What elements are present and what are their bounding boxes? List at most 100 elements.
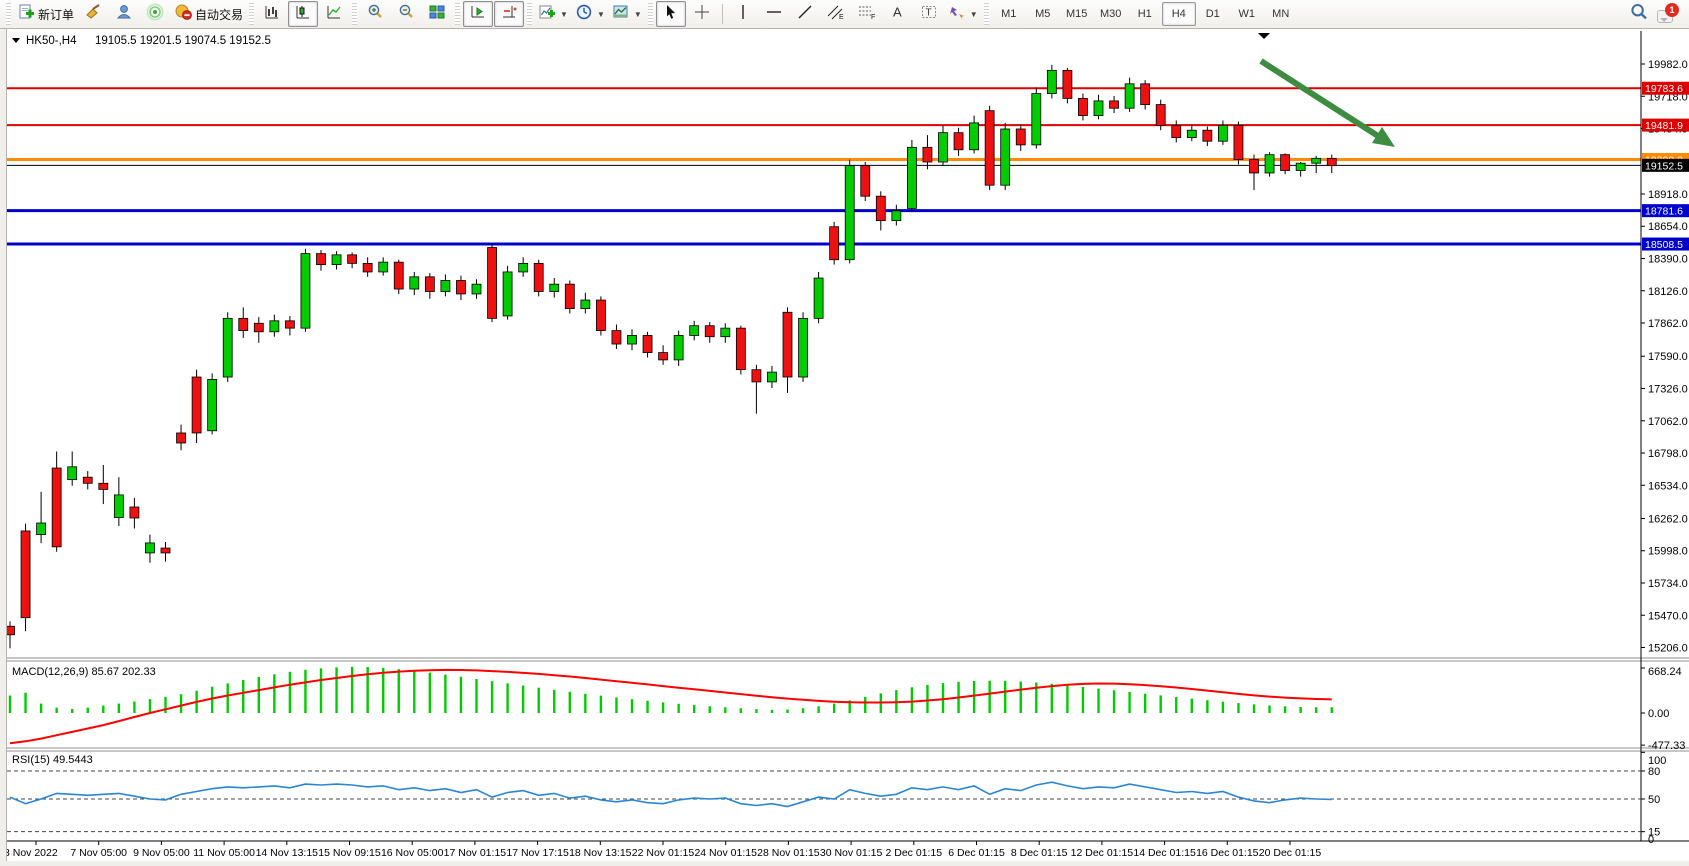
time-tick-label: 7 Nov 05:00	[70, 847, 127, 859]
toolbar-grip[interactable]	[647, 3, 653, 25]
templates-button[interactable]: ▼	[609, 1, 645, 27]
tile-windows-icon	[428, 3, 446, 26]
time-tick-label: 6 Dec 01:15	[948, 847, 1005, 859]
line-chart-button[interactable]	[319, 1, 349, 27]
timeframe-button-m30[interactable]: M30	[1094, 2, 1128, 26]
candle-body	[393, 261, 404, 290]
text-label-tool-button[interactable]: T	[914, 1, 944, 27]
toolbar-grip[interactable]	[352, 3, 358, 25]
toolbar-grip[interactable]	[527, 3, 533, 25]
price-tick-label: 18126.0	[1648, 286, 1688, 298]
timeframe-button-m15[interactable]: M15	[1060, 2, 1094, 26]
timeframe-button-h4[interactable]: H4	[1161, 2, 1196, 26]
candle-body	[1264, 154, 1275, 174]
zoom-out-button[interactable]	[391, 1, 421, 27]
clock-icon	[575, 3, 593, 26]
auto-scroll-icon	[469, 3, 487, 26]
zoom-in-button[interactable]	[360, 1, 390, 27]
toolbar-grip[interactable]	[455, 3, 461, 25]
fibonacci-tool-button[interactable]: F	[852, 1, 882, 27]
bar-chart-button[interactable]	[257, 1, 287, 27]
candlestick-chart-button[interactable]	[288, 1, 319, 27]
auto-trading-button[interactable]: 自动交易	[171, 1, 246, 27]
candle-body	[331, 254, 342, 266]
candle-body	[1155, 104, 1166, 126]
candle-body	[1015, 128, 1026, 146]
candle-body	[284, 320, 295, 329]
candle-body	[907, 146, 917, 209]
price-tick-label: 18654.0	[1648, 221, 1688, 233]
horizontal-line-icon	[765, 3, 783, 26]
candle-body	[1093, 100, 1104, 116]
svg-text:A: A	[893, 4, 902, 19]
auto-trading-icon	[174, 3, 192, 26]
crosshair-tool-button[interactable]	[687, 1, 717, 27]
arrows-tool-button[interactable]: ▼	[945, 1, 981, 27]
time-tick-label: 24 Nov 01:15	[694, 847, 757, 859]
chart-background	[0, 29, 1689, 866]
timeframe-button-d1[interactable]: D1	[1196, 2, 1230, 26]
timeframe-button-h1[interactable]: H1	[1128, 2, 1162, 26]
price-tick-label: 17590.0	[1648, 351, 1688, 363]
toolbar-grip[interactable]	[249, 3, 255, 25]
macd-tick-label: 668.24	[1648, 666, 1682, 678]
person-icon	[115, 3, 133, 26]
price-tag-label: 19481.9	[1645, 120, 1683, 132]
candle-body	[1109, 100, 1119, 109]
crosshair-icon	[693, 3, 711, 26]
price-tick-label: 19982.0	[1648, 59, 1688, 71]
fibonacci-icon: F	[857, 3, 877, 26]
candle-body	[1202, 129, 1213, 142]
timeframe-button-m1[interactable]: M1	[992, 2, 1026, 26]
time-tick-label: 28 Nov 01:15	[757, 847, 820, 859]
chart-canvas[interactable]: 19982.019718.019454.018918.018654.018390…	[0, 0, 1689, 866]
price-tick-label: 17062.0	[1648, 416, 1688, 428]
cursor-tool-button[interactable]	[655, 1, 686, 27]
trendline-tool-button[interactable]	[790, 1, 820, 27]
svg-text:T: T	[925, 7, 931, 18]
candle-body	[533, 262, 544, 292]
timeframe-button-w1[interactable]: W1	[1230, 2, 1264, 26]
candle-body	[704, 325, 715, 338]
indicators-button[interactable]: ▼	[535, 1, 571, 27]
svg-text:F: F	[871, 14, 875, 21]
text-tool-button[interactable]: A	[883, 1, 913, 27]
vertical-line-icon	[735, 3, 751, 26]
candle-body	[471, 283, 482, 295]
auto-scroll-button[interactable]	[463, 1, 494, 27]
auto-trading-label: 自动交易	[195, 7, 244, 22]
periods-button[interactable]: ▼	[572, 1, 608, 27]
candle-body	[20, 530, 31, 619]
dropdown-arrow-icon: ▼	[633, 9, 642, 19]
equidistant-channel-tool-button[interactable]: E	[821, 1, 851, 27]
timeframe-button-m5[interactable]: M5	[1026, 2, 1060, 26]
toolbar-separator	[721, 4, 723, 24]
candle-body	[984, 110, 995, 186]
tile-windows-button[interactable]	[422, 1, 452, 27]
profile-button[interactable]	[109, 1, 139, 27]
notifications-button[interactable]: 1	[1657, 3, 1679, 23]
new-order-button[interactable]: 新订单	[14, 1, 77, 27]
svg-text:E: E	[839, 14, 844, 21]
dropdown-arrow-icon: ▼	[969, 9, 978, 19]
horizontal-line-tool-button[interactable]	[759, 1, 789, 27]
candle-body	[689, 325, 700, 336]
candle-body	[253, 322, 264, 333]
time-tick-label: 2 Dec 01:15	[885, 847, 942, 859]
candle-body	[36, 522, 46, 536]
search-icon[interactable]	[1629, 2, 1649, 27]
toolbar-grip[interactable]	[6, 3, 11, 25]
chart-title-ohlc: 19105.5 19201.5 19074.5 19152.5	[95, 35, 271, 47]
cleanup-button[interactable]	[78, 1, 108, 27]
candle-body	[1249, 159, 1259, 174]
macd-tick-label: -477.33	[1648, 740, 1685, 752]
toolbar-grip[interactable]	[983, 3, 989, 25]
signal-button[interactable]	[140, 1, 170, 27]
broom-icon	[84, 3, 102, 26]
candle-body	[424, 276, 435, 292]
vertical-line-tool-button[interactable]	[728, 1, 758, 27]
price-tag-label: 19783.6	[1645, 83, 1683, 95]
timeframe-button-mn[interactable]: MN	[1264, 2, 1298, 26]
candle-body	[67, 466, 78, 481]
chart-shift-button[interactable]	[494, 1, 525, 27]
